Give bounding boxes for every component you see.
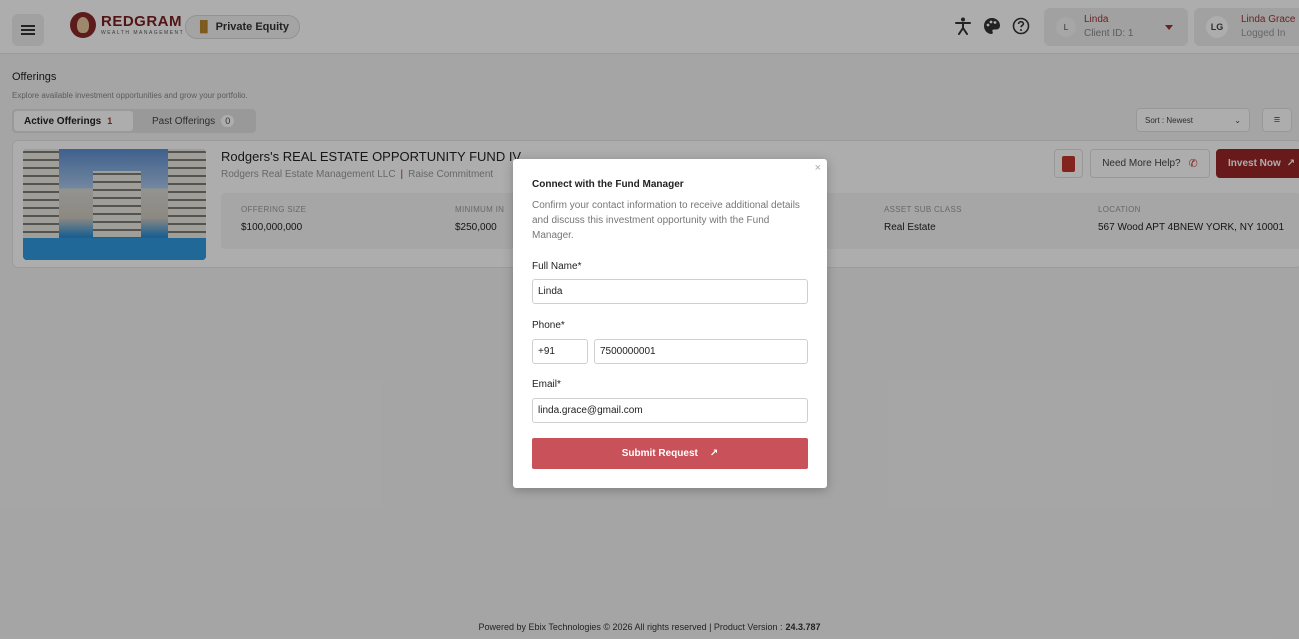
- close-icon[interactable]: ×: [815, 162, 821, 174]
- arrow-up-right-icon: ↗: [709, 448, 719, 459]
- modal-title: Connect with the Fund Manager: [532, 179, 684, 190]
- full-name-label: Full Name*: [532, 261, 582, 272]
- full-name-field[interactable]: Linda: [532, 279, 808, 304]
- email-label: Email*: [532, 379, 561, 390]
- modal-description: Confirm your contact information to rece…: [532, 200, 800, 241]
- contact-fund-manager-modal: × Connect with the Fund Manager Confirm …: [513, 159, 827, 488]
- email-field[interactable]: linda.grace@gmail.com: [532, 398, 808, 423]
- phone-country-code-field[interactable]: +91: [532, 339, 588, 364]
- submit-request-button[interactable]: Submit Request ↗: [532, 438, 808, 469]
- phone-label: Phone*: [532, 320, 565, 331]
- submit-request-label: Submit Request: [621, 448, 698, 459]
- phone-number-field[interactable]: 7500000001: [594, 339, 808, 364]
